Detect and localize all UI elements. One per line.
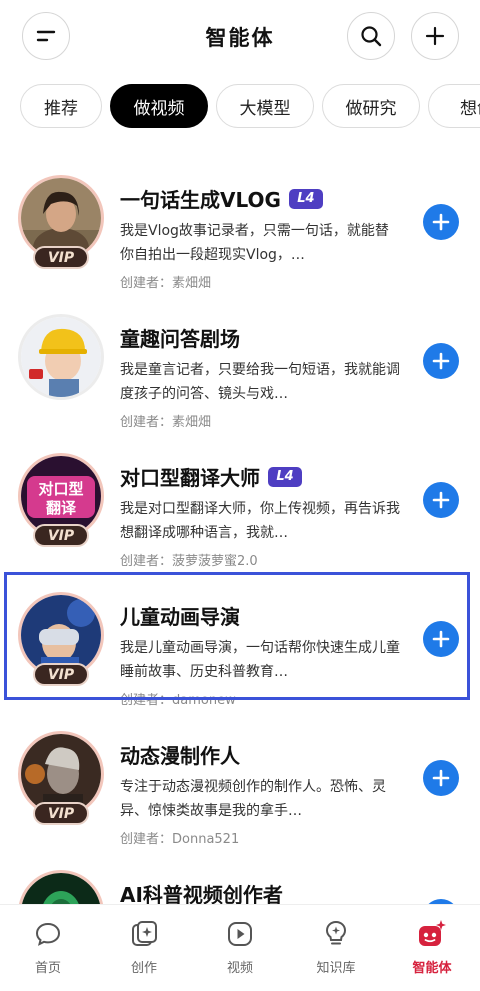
bottom-nav: 首页 创作 视频 知识库 智能体: [0, 904, 480, 991]
nav-label: 首页: [34, 961, 61, 976]
add-agent-button[interactable]: [423, 760, 459, 796]
plus-icon: [432, 352, 450, 370]
agent-creator: 创建者：素畑畑: [120, 415, 212, 430]
tab-make-video[interactable]: 做视频: [110, 84, 208, 128]
agent-description: 我是对口型翻译大师，你上传视频，再告诉我想翻译成哪种语言，我就…: [120, 501, 400, 541]
nav-label: 智能体: [412, 961, 452, 976]
agent-creator: 创建者：菠萝菠萝蜜2.0: [120, 554, 258, 569]
agent-title: 一句话生成VLOG: [120, 188, 281, 212]
agent-title-row: AI科普视频创作者: [120, 879, 283, 904]
agent-title: 动态漫制作人: [120, 744, 240, 768]
agent-creator: 创建者：素畑畑: [120, 276, 212, 291]
nav-home[interactable]: 首页: [0, 917, 96, 983]
tab-research[interactable]: 做研究: [322, 84, 420, 128]
agent-item[interactable]: 童趣问答剧场 我是童言记者，只要给我一句短语，我就能调度孩子的问答、镜头与戏… …: [0, 301, 480, 441]
vip-badge: VIP: [33, 802, 89, 825]
chat-bubble-icon: [31, 917, 65, 951]
agent-title-row: 一句话生成VLOG L4: [120, 184, 323, 213]
search-icon: [361, 26, 382, 47]
level-badge: L4: [288, 188, 323, 209]
add-agent-button[interactable]: [423, 343, 459, 379]
agent-item[interactable]: 对口型 翻译 VIP 对口型翻译大师 L4 我是对口型翻译大师，你上传视频，再告…: [0, 440, 480, 580]
vip-badge: VIP: [33, 663, 89, 686]
nav-label: 知识库: [316, 961, 356, 976]
plus-icon: [432, 769, 450, 787]
agent-avatar: [18, 870, 104, 904]
plus-icon: [432, 630, 450, 648]
agent-title: 对口型翻译大师: [120, 466, 260, 490]
avatar-art-text: 翻译: [46, 499, 77, 517]
add-agent-button[interactable]: [423, 482, 459, 518]
agent-creator: 创建者：damonew: [120, 693, 236, 708]
add-agent-button[interactable]: [423, 621, 459, 657]
nav-label: 视频: [226, 961, 253, 976]
nav-label: 创作: [130, 961, 157, 976]
avatar-art-text: 对口型: [38, 480, 83, 498]
plus-icon: [432, 491, 450, 509]
page-title: 智能体: [205, 26, 275, 50]
agent-title: 童趣问答剧场: [120, 327, 240, 351]
agent-item[interactable]: AI科普视频创作者: [0, 857, 480, 904]
search-button[interactable]: [347, 12, 395, 60]
plus-icon: [425, 26, 445, 46]
agent-title-row: 对口型翻译大师 L4: [120, 462, 302, 491]
agent-robot-icon: [415, 917, 449, 951]
agent-title: 儿童动画导演: [120, 605, 240, 629]
add-agent-button[interactable]: [423, 204, 459, 240]
top-bar: 智能体: [0, 0, 480, 72]
agent-title-row: 童趣问答剧场: [120, 323, 240, 352]
plus-icon: [432, 213, 450, 231]
agent-title: AI科普视频创作者: [120, 883, 283, 904]
nav-knowledge[interactable]: 知识库: [288, 917, 384, 983]
nav-agents[interactable]: 智能体: [384, 917, 480, 983]
agent-list: VIP 一句话生成VLOG L4 我是Vlog故事记录者，只需一句话，就能替你自…: [0, 150, 480, 904]
agent-title-row: 动态漫制作人: [120, 740, 240, 769]
agent-item[interactable]: VIP 儿童动画导演 我是儿童动画导演，一句话帮你快速生成儿童睡前故事、历史科普…: [0, 579, 480, 719]
vip-badge: VIP: [33, 246, 89, 269]
tab-create-idea[interactable]: 想创: [428, 84, 480, 128]
agent-description: 专注于动态漫视频创作的制作人。恐怖、灵异、惊悚类故事是我的拿手…: [120, 779, 386, 819]
agent-description: 我是儿童动画导演，一句话帮你快速生成儿童睡前故事、历史科普教育…: [120, 640, 400, 680]
tab-recommend[interactable]: 推荐: [20, 84, 102, 128]
tab-large-model[interactable]: 大模型: [216, 84, 314, 128]
nav-create[interactable]: 创作: [96, 917, 192, 983]
level-badge: L4: [268, 466, 302, 487]
nav-video[interactable]: 视频: [192, 917, 288, 983]
create-agent-button[interactable]: [411, 12, 459, 60]
agent-description: 我是Vlog故事记录者，只需一句话，就能替你自拍出一段超现实Vlog，…: [120, 223, 389, 263]
agent-avatar: [18, 314, 104, 400]
lightbulb-icon: [319, 917, 353, 951]
sparkle-cards-icon: [127, 917, 161, 951]
agent-item[interactable]: VIP 动态漫制作人 专注于动态漫视频创作的制作人。恐怖、灵异、惊悚类故事是我的…: [0, 718, 480, 858]
agent-description: 我是童言记者，只要给我一句短语，我就能调度孩子的问答、镜头与戏…: [120, 362, 400, 402]
category-tabs: 推荐 做视频 大模型 做研究 想创: [0, 82, 480, 132]
agent-title-row: 儿童动画导演: [120, 601, 240, 630]
play-icon: [223, 917, 257, 951]
agent-creator: 创建者：Donna521: [120, 832, 240, 847]
vip-badge: VIP: [33, 524, 89, 547]
agent-item[interactable]: VIP 一句话生成VLOG L4 我是Vlog故事记录者，只需一句话，就能替你自…: [0, 162, 480, 302]
